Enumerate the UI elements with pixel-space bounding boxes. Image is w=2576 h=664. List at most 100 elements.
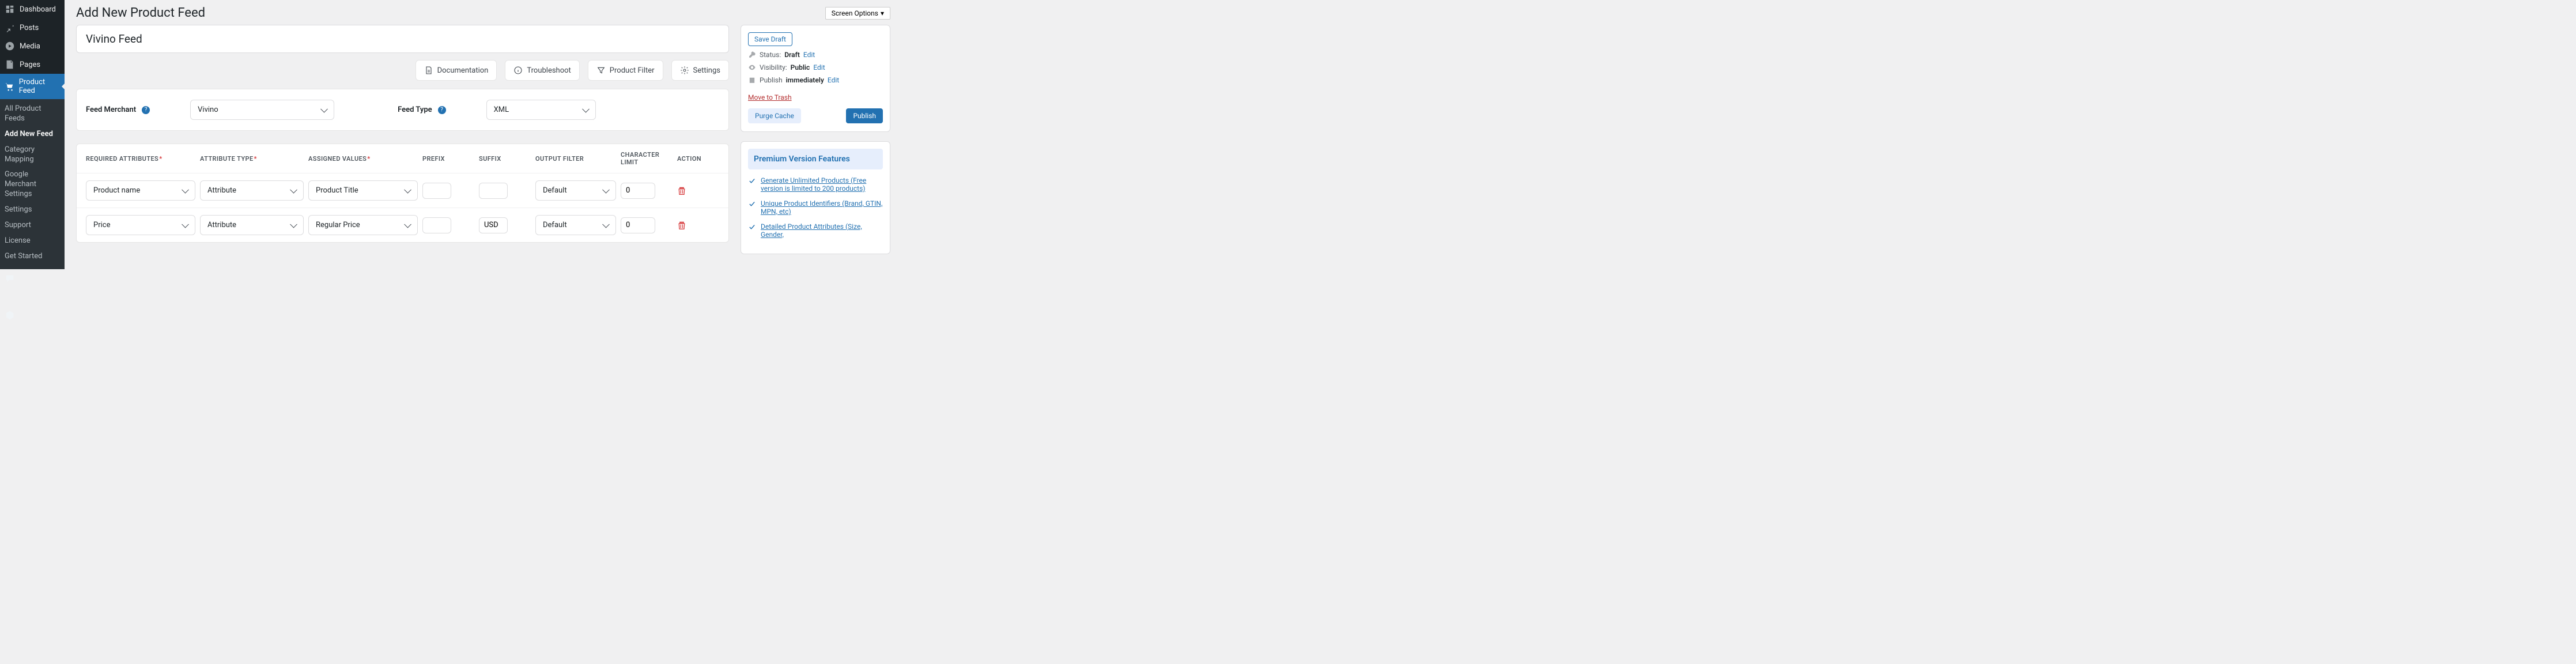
char-limit-input[interactable] — [621, 183, 655, 199]
sidebar-label-comments: Comments — [20, 274, 56, 282]
feed-type-select[interactable]: XML — [486, 100, 596, 120]
submenu-license[interactable]: License — [0, 233, 65, 249]
help-icon[interactable]: ? — [438, 106, 446, 114]
sidebar-label-products: Products — [20, 311, 50, 319]
save-draft-button[interactable]: Save Draft — [748, 32, 792, 46]
suffix-input[interactable] — [479, 183, 508, 199]
troubleshoot-button[interactable]: Troubleshoot — [505, 60, 579, 81]
col-attrtype: ATTRIBUTE TYPE — [200, 155, 304, 163]
premium-item-label: Detailed Product Attributes (Size, Gende… — [761, 222, 883, 239]
col-action: ACTION — [677, 155, 706, 163]
sidebar-label-dashboard: Dashboard — [20, 5, 56, 14]
move-to-trash-link[interactable]: Move to Trash — [748, 93, 792, 101]
product-feed-submenu: All Product Feeds Add New Feed Category … — [0, 99, 65, 269]
admin-sidebar: Dashboard Posts Media Pages Product Feed… — [0, 0, 65, 233]
page-icon — [5, 59, 15, 70]
assigned-value-select[interactable]: Regular Price — [308, 215, 418, 235]
trash-icon — [677, 186, 686, 195]
required-attr-select[interactable]: Price — [86, 215, 195, 235]
premium-item[interactable]: Generate Unlimited Products (Free versio… — [748, 176, 883, 193]
status-label: Status: — [760, 51, 781, 59]
product-filter-label: Product Filter — [610, 66, 655, 75]
info-icon — [513, 66, 523, 75]
publish-box: Save Draft Status: Draft Edit Visibility… — [741, 25, 890, 132]
premium-item-label: Unique Product Identifiers (Brand, GTIN,… — [761, 199, 883, 216]
attr-type-select[interactable]: Attribute — [200, 180, 304, 201]
sidebar-item-product-feed[interactable]: Product Feed — [0, 74, 65, 99]
char-limit-input[interactable] — [621, 217, 655, 233]
col-filter: OUTPUT FILTER — [535, 155, 616, 163]
premium-features-box: Premium Version Features Generate Unlimi… — [741, 141, 890, 254]
sidebar-item-comments[interactable]: Comments — [0, 269, 65, 288]
premium-item[interactable]: Detailed Product Attributes (Size, Gende… — [748, 222, 883, 239]
output-filter-select[interactable]: Default — [535, 180, 616, 201]
submenu-add-new-feed[interactable]: Add New Feed — [0, 127, 65, 142]
help-icon[interactable]: ? — [142, 106, 150, 114]
output-filter-select[interactable]: Default — [535, 215, 616, 235]
suffix-input[interactable] — [479, 217, 508, 233]
check-icon — [748, 177, 756, 185]
col-limit: CHARACTER LIMIT — [621, 151, 673, 166]
documentation-button[interactable]: Documentation — [416, 60, 497, 81]
status-edit-link[interactable]: Edit — [803, 51, 815, 59]
purge-cache-button[interactable]: Purge Cache — [748, 108, 801, 123]
col-prefix: PREFIX — [422, 155, 474, 163]
status-value: Draft — [784, 51, 800, 59]
sidebar-label-pages: Pages — [20, 61, 40, 69]
sidebar-label-woocommerce: WooCommerce — [9, 292, 61, 301]
submenu-settings[interactable]: Settings — [0, 202, 65, 218]
visibility-edit-link[interactable]: Edit — [813, 63, 825, 71]
screen-options-label: Screen Options — [832, 9, 878, 17]
sidebar-item-products[interactable]: Products — [0, 306, 65, 325]
check-icon — [748, 223, 756, 231]
publish-label: Publish — [760, 76, 783, 84]
main-content: Add New Product Feed Screen Options ▾ Vi… — [65, 0, 902, 233]
feed-type-label: Feed Type — [398, 105, 432, 114]
check-icon — [748, 200, 756, 208]
sidebar-item-pages[interactable]: Pages — [0, 55, 65, 74]
premium-item[interactable]: Unique Product Identifiers (Brand, GTIN,… — [748, 199, 883, 216]
cart-icon — [5, 81, 14, 92]
sidebar-label-product-feed: Product Feed — [19, 78, 60, 95]
sidebar-item-woocommerce[interactable]: WooCommerce — [0, 288, 65, 306]
delete-row-button[interactable] — [677, 186, 686, 195]
feed-merchant-label: Feed Merchant — [86, 105, 136, 114]
col-assigned: ASSIGNED VALUES — [308, 155, 418, 163]
submenu-all-feeds[interactable]: All Product Feeds — [0, 101, 65, 127]
merchant-config-box: Feed Merchant ? Vivino Feed Type ? XML — [76, 89, 729, 131]
submenu-support[interactable]: Support — [0, 218, 65, 233]
action-bar: Documentation Troubleshoot Product Filte… — [76, 60, 729, 81]
table-row: Price Attribute Regular Price Default — [77, 207, 728, 242]
product-filter-button[interactable]: Product Filter — [588, 60, 663, 81]
submenu-get-started[interactable]: Get Started — [0, 249, 65, 265]
delete-row-button[interactable] — [677, 221, 686, 230]
eye-icon — [748, 63, 756, 71]
sidebar-item-media[interactable]: Media — [0, 37, 65, 55]
publish-edit-link[interactable]: Edit — [828, 76, 839, 84]
assigned-value-select[interactable]: Product Title — [308, 180, 418, 201]
sidebar-item-posts[interactable]: Posts — [0, 18, 65, 37]
premium-title: Premium Version Features — [748, 149, 883, 169]
pin-icon — [5, 22, 15, 33]
gear-icon — [680, 66, 689, 75]
doc-icon — [424, 66, 433, 75]
trash-icon — [677, 221, 686, 230]
filter-icon — [596, 66, 606, 75]
submenu-category-mapping[interactable]: Category Mapping — [0, 142, 65, 168]
chevron-down-icon: ▾ — [881, 9, 884, 17]
submenu-google-merchant[interactable]: Google Merchant Settings — [0, 167, 65, 202]
attr-type-select[interactable]: Attribute — [200, 215, 304, 235]
settings-button[interactable]: Settings — [671, 60, 729, 81]
products-icon — [5, 310, 15, 320]
prefix-input[interactable] — [422, 217, 451, 233]
feed-merchant-select[interactable]: Vivino — [190, 100, 334, 120]
prefix-input[interactable] — [422, 183, 451, 199]
sidebar-item-dashboard[interactable]: Dashboard — [0, 0, 65, 18]
key-icon — [748, 51, 756, 59]
comments-icon — [5, 273, 15, 284]
screen-options-button[interactable]: Screen Options ▾ — [825, 7, 890, 20]
feed-title-input[interactable]: Vivino Feed — [76, 25, 729, 53]
required-attr-select[interactable]: Product name — [86, 180, 195, 201]
publish-button[interactable]: Publish — [846, 108, 883, 123]
visibility-label: Visibility: — [760, 63, 787, 71]
